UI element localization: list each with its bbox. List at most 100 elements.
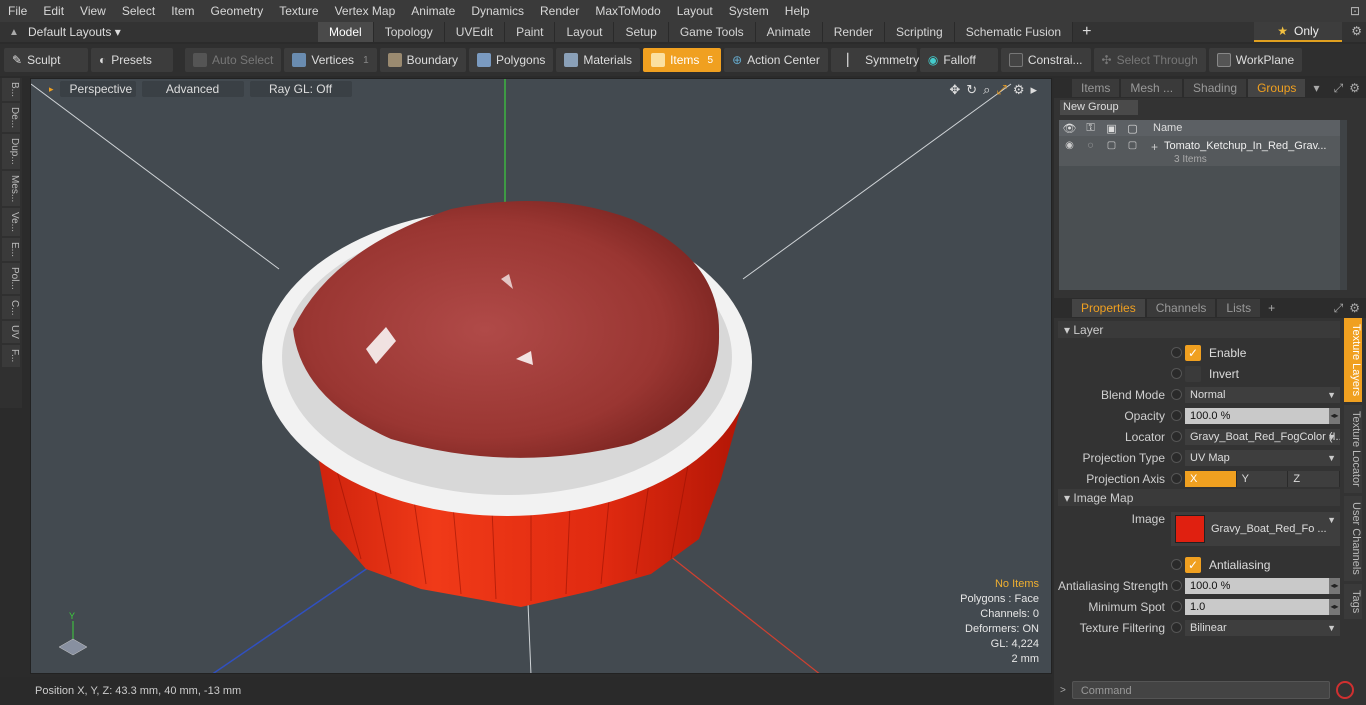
tab-paint[interactable]: Paint [505, 22, 556, 42]
tab-mesh[interactable]: Mesh ... [1121, 79, 1183, 97]
menu-maxtomodo[interactable]: MaxToModo [587, 4, 668, 18]
polygons-button[interactable]: Polygons [469, 48, 554, 72]
enable-checkbox[interactable]: ✓ [1185, 344, 1201, 361]
command-input[interactable]: Command [1071, 681, 1330, 699]
tab-scripting[interactable]: Scripting [885, 22, 955, 42]
vtab-tags[interactable]: Tags [1344, 583, 1362, 619]
menu-select[interactable]: Select [114, 4, 163, 18]
left-tab-duplicate[interactable]: Dup... [2, 134, 20, 169]
min-spot-field[interactable]: 1.0 ◂▸ [1185, 598, 1340, 615]
collapse-up-icon[interactable]: ▲ [0, 27, 28, 38]
menu-help[interactable]: Help [777, 4, 818, 18]
projection-type-select[interactable]: UV Map ▼ [1185, 449, 1340, 466]
locator-dot[interactable] [1171, 431, 1182, 442]
left-tab-uv[interactable]: UV [2, 321, 20, 344]
auto-select-button[interactable]: Auto Select [185, 48, 282, 72]
tab-schematic-fusion[interactable]: Schematic Fusion [954, 22, 1074, 42]
3d-viewport[interactable]: Y ▸ Perspective Advanced Ray GL: Off ✥ ↻… [30, 78, 1052, 674]
tab-layout[interactable]: Layout [555, 22, 615, 42]
props-gear-icon[interactable]: ⚙ [1349, 301, 1360, 316]
axis-x-button[interactable]: X [1185, 470, 1237, 487]
menu-item[interactable]: Item [163, 4, 202, 18]
fit-view-icon[interactable]: ⤢ [996, 82, 1006, 98]
materials-button[interactable]: Materials [556, 48, 641, 72]
record-button[interactable] [1335, 681, 1354, 699]
command-expand-icon[interactable]: > [1060, 685, 1066, 696]
opacity-dot[interactable] [1171, 410, 1182, 421]
tab-model[interactable]: Model [318, 22, 374, 42]
tab-render[interactable]: Render [822, 22, 886, 42]
vtab-user-channels[interactable]: User Channels [1344, 495, 1362, 581]
left-tab-basic[interactable]: B... [2, 78, 20, 102]
expand-panel-icon[interactable]: ⤢ [1334, 81, 1344, 96]
menu-file[interactable]: File [0, 4, 35, 18]
raygl-button[interactable]: Ray GL: Off [249, 81, 352, 97]
axis-z-button[interactable]: Z [1288, 470, 1341, 487]
move-view-icon[interactable]: ✥ [949, 82, 960, 98]
tab-game-tools[interactable]: Game Tools [668, 22, 756, 42]
zoom-view-icon[interactable]: ⌕ [983, 82, 990, 98]
antialiasing-dot[interactable] [1171, 559, 1182, 570]
projection-axis-dot[interactable] [1171, 473, 1182, 484]
left-tab-fusion[interactable]: F... [2, 345, 20, 367]
perspective-button[interactable]: Perspective [59, 81, 136, 97]
blend-mode-dot[interactable] [1171, 389, 1182, 400]
select-through-button[interactable]: ✣ Select Through [1093, 48, 1206, 72]
menu-render[interactable]: Render [532, 4, 587, 18]
vertices-button[interactable]: Vertices 1 [284, 48, 377, 72]
menu-layout[interactable]: Layout [669, 4, 721, 18]
only-button[interactable]: ★ Only [1254, 22, 1342, 42]
gear-icon[interactable]: ⚙ [1351, 24, 1362, 38]
invert-dot[interactable] [1171, 368, 1182, 379]
tab-properties[interactable]: Properties [1072, 299, 1145, 317]
vtab-texture-layers[interactable]: Texture Layers [1344, 318, 1362, 403]
sculpt-button[interactable]: ✎ Sculpt [4, 48, 88, 72]
constraints-button[interactable]: Constrai... [1000, 48, 1091, 72]
groups-scrollbar[interactable] [1340, 120, 1347, 290]
menu-animate[interactable]: Animate [403, 4, 463, 18]
enable-dot[interactable] [1171, 347, 1182, 358]
aa-strength-dot[interactable] [1171, 580, 1182, 591]
items-button[interactable]: Items 5 [643, 48, 722, 72]
menu-system[interactable]: System [721, 4, 777, 18]
antialiasing-checkbox[interactable]: ✓ [1185, 556, 1201, 573]
blend-mode-select[interactable]: Normal ▼ [1185, 386, 1340, 403]
left-tab-curve[interactable]: C... [2, 295, 20, 320]
opacity-field[interactable]: 100.0 % ◂▸ [1185, 407, 1340, 424]
image-select[interactable]: Gravy_Boat_Red_Fo ... ▼ [1171, 512, 1340, 546]
tab-animate[interactable]: Animate [755, 22, 823, 42]
lock-toggle-icon[interactable]: ◌ [1080, 140, 1101, 151]
axis-y-button[interactable]: Y [1236, 470, 1289, 487]
tab-channels[interactable]: Channels [1146, 299, 1216, 317]
tab-dropdown-icon[interactable]: ▾ [1307, 81, 1325, 95]
invert-checkbox[interactable] [1185, 365, 1201, 382]
left-tab-polygon[interactable]: Pol... [2, 263, 20, 294]
falloff-button[interactable]: ◉ Falloff [919, 48, 998, 72]
locator-select[interactable]: Gravy_Boat_Red_FogColor (I... ▼ [1185, 428, 1340, 445]
menu-geometry[interactable]: Geometry [203, 4, 272, 18]
viewport-settings-icon[interactable]: ⚙ [1013, 82, 1025, 98]
tab-setup[interactable]: Setup [614, 22, 669, 42]
expand-props-icon[interactable]: ⤢ [1334, 301, 1344, 316]
image-map-section-header[interactable]: ▾ Image Map [1058, 489, 1340, 506]
left-tab-vertex[interactable]: Ve... [2, 208, 20, 237]
layout-selector[interactable]: Default Layouts ▾ [28, 25, 318, 39]
add-tab-button[interactable]: + [1073, 22, 1100, 42]
vtab-texture-locator[interactable]: Texture Locator [1344, 405, 1362, 493]
expand-plus-icon[interactable]: + [1151, 140, 1158, 154]
texture-filtering-dot[interactable] [1171, 622, 1182, 633]
menu-vertex-map[interactable]: Vertex Map [327, 4, 404, 18]
add-panel-tab-button[interactable]: + [1262, 301, 1281, 315]
menu-dynamics[interactable]: Dynamics [463, 4, 532, 18]
action-center-button[interactable]: ⊕ Action Center [724, 48, 828, 72]
tab-items[interactable]: Items [1072, 79, 1120, 97]
tab-groups[interactable]: Groups [1248, 79, 1306, 97]
visibility-eye-icon[interactable]: ◉ [1059, 140, 1080, 151]
menu-view[interactable]: View [72, 4, 114, 18]
tab-uvedit[interactable]: UVEdit [444, 22, 506, 42]
rotate-view-icon[interactable]: ↻ [966, 82, 977, 98]
left-tab-deform[interactable]: De... [2, 103, 20, 133]
tab-shading[interactable]: Shading [1184, 79, 1247, 97]
group-row[interactable]: ◉ ◌ ▢ ▢ + Tomato_Ketchup_In_Red_Grav... … [1059, 136, 1347, 166]
left-tab-edge[interactable]: E... [2, 238, 20, 262]
